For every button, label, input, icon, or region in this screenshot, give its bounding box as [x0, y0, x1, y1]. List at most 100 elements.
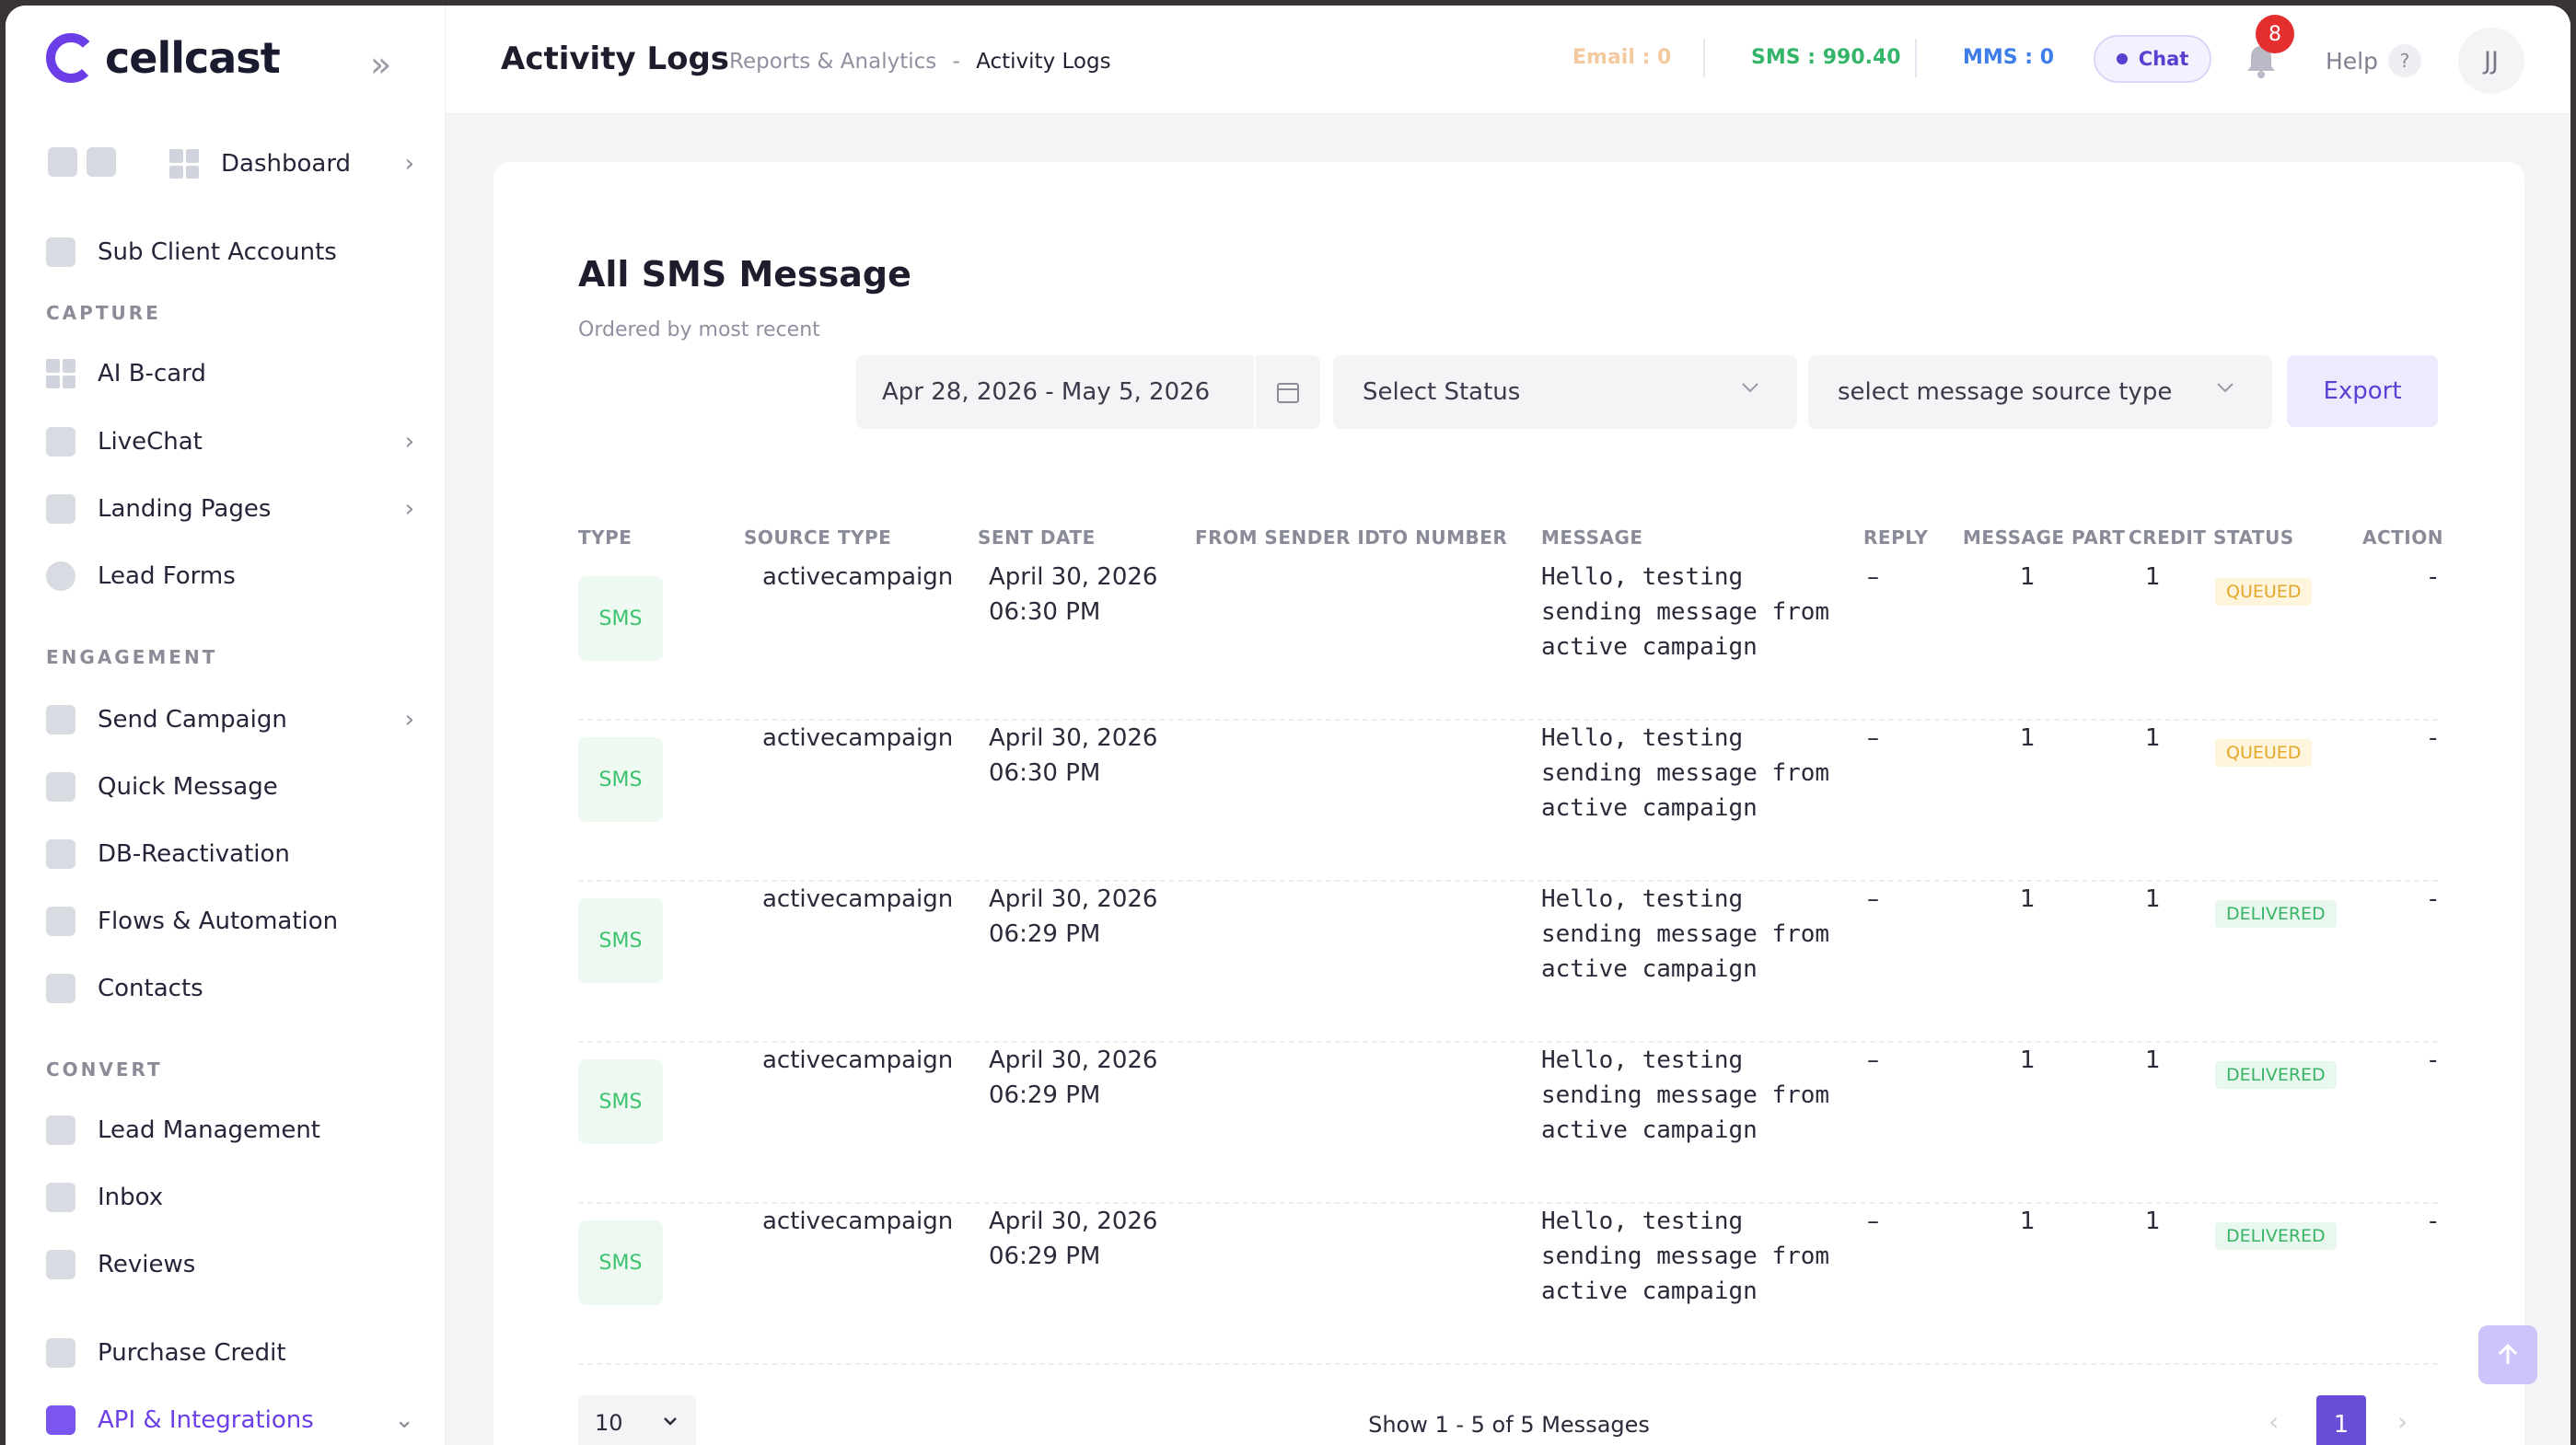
- type-badge: SMS: [578, 576, 663, 661]
- chat-label: Chat: [2138, 48, 2189, 70]
- sidebar-item-sub-client-accounts[interactable]: Sub Client Accounts: [46, 226, 414, 278]
- sidebar-item-label: Sub Client Accounts: [98, 238, 337, 266]
- parts-cell: 1: [2020, 563, 2036, 591]
- cellcast-logo-icon: [46, 33, 96, 83]
- collapse-sidebar-icon[interactable]: »: [370, 44, 391, 85]
- action-cell[interactable]: -: [2429, 1204, 2437, 1239]
- bar-chart-icon: [46, 1250, 75, 1279]
- table-row[interactable]: SMS activecampaign April 30, 2026 06:29 …: [578, 882, 2438, 1043]
- action-cell[interactable]: -: [2429, 560, 2437, 595]
- quick-icons: [48, 147, 116, 177]
- sent-date: April 30, 2026: [989, 1046, 1158, 1074]
- date-range-picker[interactable]: Apr 28, 2026 - May 5, 2026: [856, 355, 1320, 429]
- cursor-icon: [46, 494, 75, 524]
- message-cell: Hello, testing sending message from acti…: [1541, 724, 1830, 822]
- sidebar-item-livechat[interactable]: LiveChat ›: [46, 416, 414, 468]
- parts-cell: 1: [2020, 1046, 2036, 1074]
- sidebar-item-flows-automation[interactable]: Flows & Automation: [46, 896, 414, 947]
- action-cell[interactable]: -: [2429, 721, 2437, 756]
- chevron-down-icon: [1742, 383, 1758, 393]
- message-cell: Hello, testing sending message from acti…: [1541, 1208, 1830, 1305]
- sidebar-item-send-campaign[interactable]: Send Campaign ›: [46, 694, 414, 746]
- sent-date: April 30, 2026: [989, 724, 1158, 752]
- col-source-type: SOURCE TYPE: [744, 526, 892, 549]
- source-cell: activecampaign: [762, 1046, 954, 1074]
- sidebar-item-contacts[interactable]: Contacts: [46, 963, 414, 1014]
- users-icon: [46, 427, 75, 457]
- sidebar-item-landing-pages[interactable]: Landing Pages ›: [46, 483, 414, 535]
- sidebar-item-reviews[interactable]: Reviews: [46, 1239, 414, 1290]
- chat-icon: [46, 1183, 75, 1212]
- message-icon: [46, 772, 75, 802]
- sidebar-item-label: Reviews: [98, 1251, 196, 1278]
- page-title: Activity Logs: [501, 40, 730, 77]
- status-badge: QUEUED: [2215, 578, 2313, 606]
- sidebar-item-label: Dashboard: [221, 150, 352, 178]
- sent-date: April 30, 2026: [989, 563, 1158, 591]
- page-button-current[interactable]: 1: [2316, 1395, 2366, 1445]
- table-row[interactable]: SMS activecampaign April 30, 2026 06:29 …: [578, 1043, 2438, 1204]
- source-type-select[interactable]: select message source type: [1808, 355, 2272, 429]
- sent-time: 06:29 PM: [989, 1081, 1101, 1109]
- export-button[interactable]: Export: [2287, 355, 2438, 427]
- next-page-icon[interactable]: ›: [2397, 1406, 2408, 1437]
- breadcrumb-parent[interactable]: Reports & Analytics: [729, 50, 936, 74]
- section-capture: CAPTURE: [46, 302, 161, 324]
- calendar-icon[interactable]: [1254, 355, 1320, 429]
- sidebar-item-lead-management[interactable]: Lead Management: [46, 1104, 414, 1156]
- message-cell: Hello, testing sending message from acti…: [1541, 1046, 1830, 1144]
- sidebar-item-label: Contacts: [98, 975, 203, 1002]
- sidebar-item-ai-bcard[interactable]: AI B-card: [46, 348, 414, 399]
- credit-cell: 1: [2145, 724, 2161, 752]
- chat-button[interactable]: Chat: [2094, 35, 2211, 83]
- type-badge: SMS: [578, 898, 663, 983]
- help-icon[interactable]: ?: [2388, 44, 2421, 77]
- section-engagement: ENGAGEMENT: [46, 646, 218, 668]
- help-link[interactable]: Help: [2326, 48, 2378, 75]
- type-badge: SMS: [578, 1220, 663, 1305]
- sidebar-item-label: Lead Forms: [98, 562, 236, 590]
- source-cell: activecampaign: [762, 885, 954, 913]
- sms-balance: SMS : 990.40: [1751, 46, 1901, 69]
- credit-cell: 1: [2145, 885, 2161, 913]
- sent-time: 06:29 PM: [989, 1243, 1101, 1270]
- col-type: TYPE: [578, 526, 632, 549]
- avatar[interactable]: JJ: [2458, 28, 2524, 94]
- sidebar-item-dashboard[interactable]: Dashboard ›: [169, 138, 414, 190]
- chat-icon[interactable]: [48, 147, 77, 177]
- chevron-down-icon: ⌄: [394, 1406, 414, 1434]
- action-cell[interactable]: -: [2429, 882, 2437, 917]
- table-row[interactable]: SMS activecampaign April 30, 2026 06:30 …: [578, 721, 2438, 882]
- col-reply: REPLY: [1863, 526, 1929, 549]
- notification-badge: 8: [2256, 15, 2294, 53]
- logo[interactable]: cellcast: [44, 31, 281, 85]
- sidebar-item-purchase-credit[interactable]: Purchase Credit: [46, 1327, 414, 1379]
- credit-cell: 1: [2145, 1208, 2161, 1235]
- contact-card-icon[interactable]: [87, 147, 116, 177]
- table-row[interactable]: SMS activecampaign April 30, 2026 06:30 …: [578, 560, 2438, 721]
- chevron-right-icon: ›: [404, 428, 414, 456]
- status-badge: DELIVERED: [2215, 1061, 2337, 1089]
- sidebar-item-inbox[interactable]: Inbox: [46, 1172, 414, 1223]
- logo-text: cellcast: [105, 33, 281, 83]
- prev-page-icon[interactable]: ‹: [2269, 1406, 2279, 1437]
- chat-dot-icon: [2116, 53, 2128, 64]
- breadcrumb: Reports & Analytics - Activity Logs: [729, 50, 1111, 74]
- section-convert: CONVERT: [46, 1058, 163, 1081]
- sidebar-item-label: AI B-card: [98, 360, 206, 387]
- col-credit: CREDIT: [2129, 526, 2207, 549]
- date-cell: April 30, 2026 06:29 PM: [989, 882, 1157, 952]
- sidebar-item-label: Send Campaign: [98, 706, 287, 734]
- table-row[interactable]: SMS activecampaign April 30, 2026 06:29 …: [578, 1204, 2438, 1365]
- card-subtitle: Ordered by most recent: [578, 318, 820, 341]
- sidebar-item-api-integrations[interactable]: API & Integrations ⌄: [46, 1394, 414, 1445]
- status-badge: QUEUED: [2215, 739, 2313, 767]
- action-cell[interactable]: -: [2429, 1043, 2437, 1078]
- scroll-to-top-button[interactable]: [2478, 1325, 2537, 1384]
- sidebar-item-lead-forms[interactable]: Lead Forms: [46, 550, 414, 602]
- status-select[interactable]: Select Status: [1333, 355, 1797, 429]
- mail-icon: [46, 705, 75, 734]
- sidebar-item-quick-message[interactable]: Quick Message: [46, 761, 414, 813]
- sidebar-item-db-reactivation[interactable]: DB-Reactivation: [46, 828, 414, 880]
- divider: [1703, 39, 1705, 77]
